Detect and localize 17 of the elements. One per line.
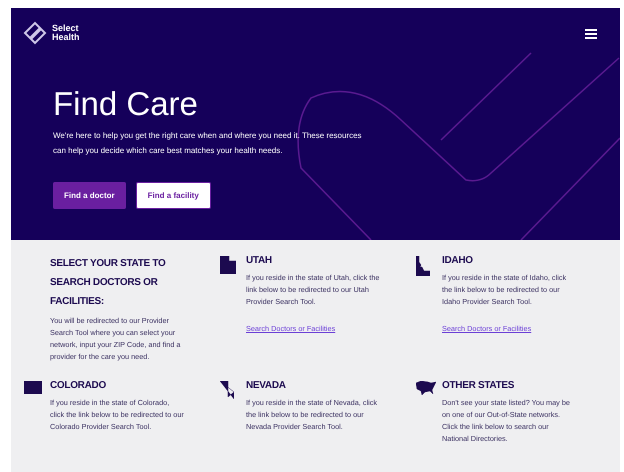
find-doctor-button[interactable]: Find a doctor (53, 182, 126, 209)
logo-text[interactable]: Select Health (52, 24, 80, 42)
state-heading: OTHER STATES (442, 379, 516, 393)
idaho-shape-icon (416, 256, 430, 276)
state-heading: UTAH (246, 254, 273, 268)
menu-icon[interactable] (585, 29, 597, 39)
colorado-shape-icon (24, 381, 42, 394)
logo-icon (22, 20, 48, 46)
usa-map-icon (416, 381, 436, 395)
state-heading: NEVADA (246, 379, 287, 393)
utah-shape-icon (220, 256, 236, 274)
state-heading: COLORADO (50, 379, 107, 393)
page-title: Find Care (53, 86, 199, 122)
hero-description: We're here to help you get the right care when and where you need it. These resources can help you decide which care best matches your health needs. (53, 130, 363, 157)
find-facility-button[interactable]: Find a facility (136, 182, 211, 209)
state-heading: IDAHO (442, 254, 474, 268)
section-heading: SELECT YOUR STATE TO SEARCH DOCTORS OR FACILITIES: (50, 257, 166, 309)
